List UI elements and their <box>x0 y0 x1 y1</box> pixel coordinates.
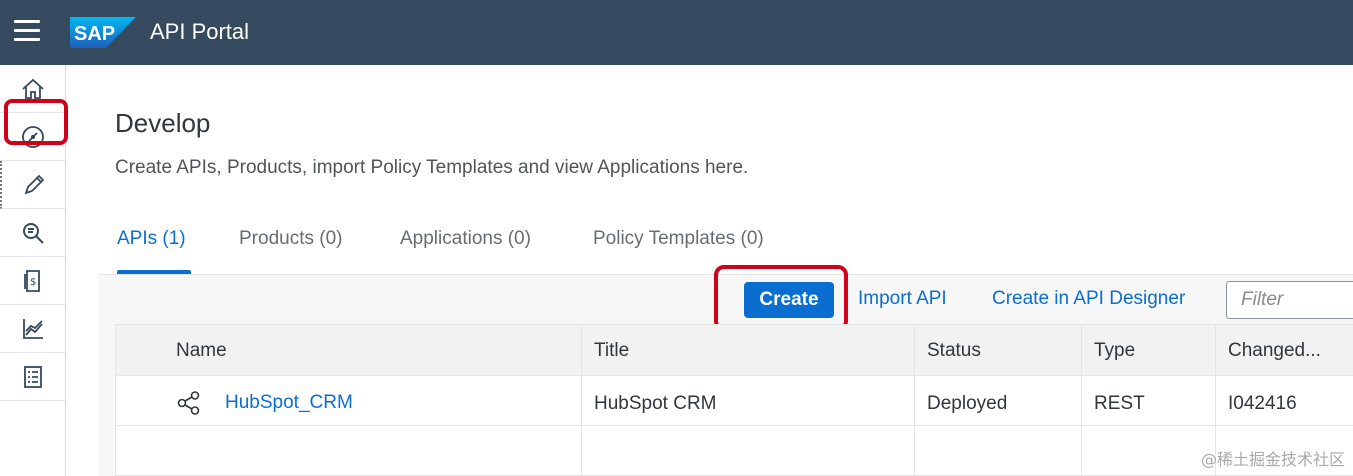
compass-icon <box>21 125 44 148</box>
import-api-button[interactable]: Import API <box>858 288 947 310</box>
column-header-status[interactable]: Status <box>914 325 1081 377</box>
nav-item-analyze[interactable] <box>0 305 65 353</box>
shell-bar: SAP API Portal <box>0 0 1353 65</box>
app-title: API Portal <box>150 19 250 44</box>
cell-type: REST <box>1081 376 1215 426</box>
side-navigation: $ <box>0 65 66 476</box>
table-row-empty <box>116 426 1353 476</box>
nav-item-home[interactable] <box>0 65 65 113</box>
nav-item-monetize[interactable]: $ <box>0 257 65 305</box>
cell-status: Deployed <box>914 376 1081 426</box>
table-row[interactable]: HubSpot_CRM HubSpot CRM Deployed REST I0… <box>116 376 1353 426</box>
watermark: @稀土掘金技术社区 <box>1200 450 1345 469</box>
tab-policy-templates[interactable]: Policy Templates (0) <box>593 228 764 250</box>
menu-icon[interactable] <box>14 20 44 46</box>
table-header: Name Title Status Type Changed... <box>116 324 1353 377</box>
svg-text:SAP: SAP <box>74 23 115 45</box>
apis-table: Name Title Status Type Changed... HubSpo… <box>115 324 1353 476</box>
discover-icon <box>22 222 44 244</box>
cell-empty <box>914 426 1081 476</box>
cell-changed: I042416 <box>1215 376 1353 426</box>
page-description: Create APIs, Products, import Policy Tem… <box>115 157 749 178</box>
home-icon <box>21 78 44 99</box>
tab-apis[interactable]: APIs (1) <box>117 228 186 250</box>
api-name-link[interactable]: HubSpot_CRM <box>225 392 353 414</box>
nav-item-develop[interactable] <box>0 161 65 209</box>
create-button[interactable]: Create <box>744 282 834 318</box>
cell-empty <box>581 426 914 476</box>
nav-item-tasks[interactable] <box>0 353 65 401</box>
cell-name: HubSpot_CRM <box>116 376 581 426</box>
analytics-icon <box>22 318 43 339</box>
nav-item-discover[interactable] <box>0 113 65 161</box>
pencil-icon <box>24 174 44 194</box>
document-dollar-icon: $ <box>23 269 40 292</box>
column-header-name[interactable]: Name <box>116 325 581 377</box>
column-header-type[interactable]: Type <box>1081 325 1215 377</box>
tab-products[interactable]: Products (0) <box>239 228 342 250</box>
cell-title: HubSpot CRM <box>581 376 914 426</box>
create-in-api-designer-button[interactable]: Create in API Designer <box>992 288 1185 310</box>
page-title: Develop <box>115 108 211 138</box>
cell-empty <box>116 426 581 476</box>
column-header-changed[interactable]: Changed... <box>1215 325 1353 377</box>
column-header-title[interactable]: Title <box>581 325 914 377</box>
tab-applications[interactable]: Applications (0) <box>400 228 531 250</box>
nav-item-test[interactable] <box>0 209 65 257</box>
svg-text:$: $ <box>30 277 36 288</box>
sap-logo: SAP <box>70 17 136 48</box>
checklist-icon <box>23 365 42 388</box>
cell-empty <box>1081 426 1215 476</box>
filter-input[interactable] <box>1226 281 1353 319</box>
